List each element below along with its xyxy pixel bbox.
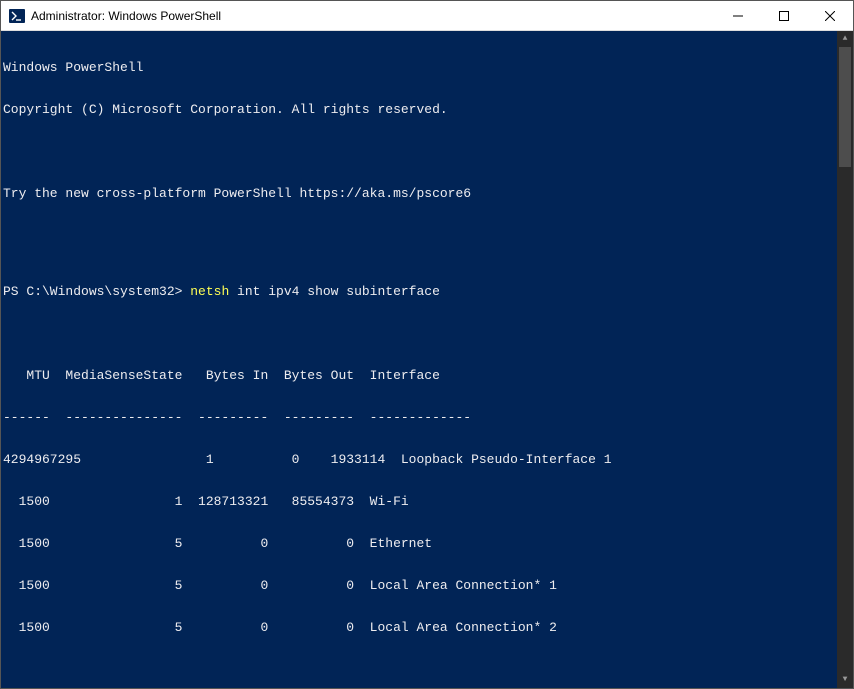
close-button[interactable]	[807, 1, 853, 30]
blank-line	[3, 663, 853, 677]
table-row: 1500 5 0 0 Local Area Connection* 2	[3, 621, 853, 635]
command-exe: netsh	[190, 284, 229, 299]
prompt: PS C:\Windows\system32>	[3, 284, 190, 299]
powershell-window: Administrator: Windows PowerShell Window…	[0, 0, 854, 689]
scrollbar[interactable]: ▲ ▼	[837, 31, 853, 688]
table-header: MTU MediaSenseState Bytes In Bytes Out I…	[3, 369, 853, 383]
command-args: int ipv4 show subinterface	[229, 284, 440, 299]
table-row: 4294967295 1 0 1933114 Loopback Pseudo-I…	[3, 453, 853, 467]
blank-line	[3, 145, 853, 159]
terminal-pane[interactable]: Windows PowerShell Copyright (C) Microso…	[1, 31, 853, 688]
powershell-icon	[9, 8, 25, 24]
scroll-down-button[interactable]: ▼	[837, 672, 853, 688]
banner-line: Windows PowerShell	[3, 61, 853, 75]
scroll-up-button[interactable]: ▲	[837, 31, 853, 47]
window-controls	[715, 1, 853, 30]
maximize-button[interactable]	[761, 1, 807, 30]
table-row: 1500 5 0 0 Local Area Connection* 1	[3, 579, 853, 593]
window-title: Administrator: Windows PowerShell	[31, 9, 715, 23]
table-divider: ------ --------------- --------- -------…	[3, 411, 853, 425]
prompt-line: PS C:\Windows\system32> netsh int ipv4 s…	[3, 285, 853, 299]
table-row: 1500 1 128713321 85554373 Wi-Fi	[3, 495, 853, 509]
blank-line	[3, 327, 853, 341]
titlebar[interactable]: Administrator: Windows PowerShell	[1, 1, 853, 31]
blank-line	[3, 229, 853, 243]
banner-line: Try the new cross-platform PowerShell ht…	[3, 187, 853, 201]
minimize-button[interactable]	[715, 1, 761, 30]
scrollbar-thumb[interactable]	[839, 47, 851, 167]
table-row: 1500 5 0 0 Ethernet	[3, 537, 853, 551]
banner-line: Copyright (C) Microsoft Corporation. All…	[3, 103, 853, 117]
scrollbar-track[interactable]	[837, 47, 853, 672]
